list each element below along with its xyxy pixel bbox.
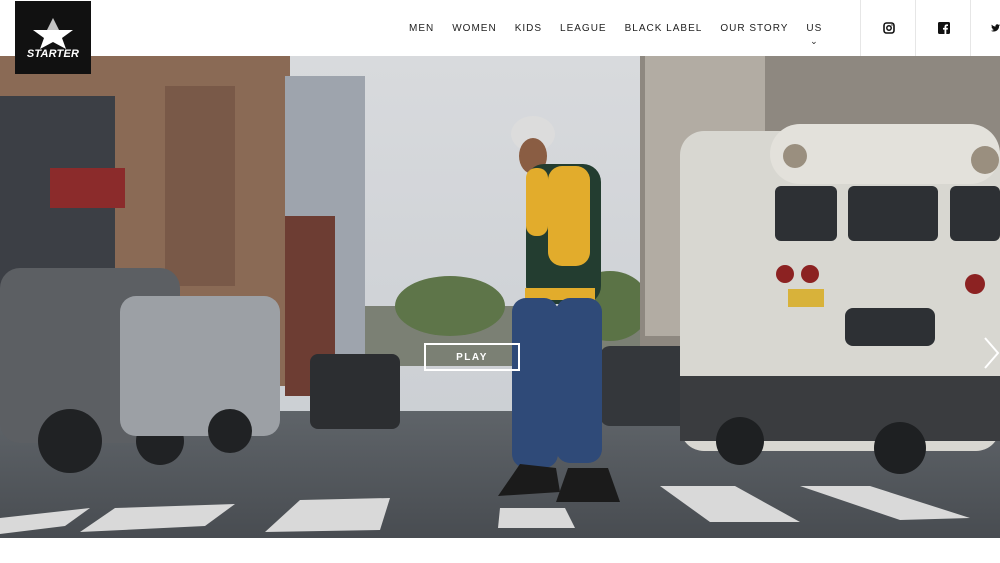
nav-region-label: US bbox=[806, 22, 823, 34]
play-button[interactable]: PLAY bbox=[424, 343, 520, 371]
nav-black-label[interactable]: BLACK LABEL bbox=[625, 23, 703, 34]
star-icon bbox=[33, 17, 73, 49]
instagram-icon bbox=[882, 22, 895, 34]
nav-kids[interactable]: KIDS bbox=[515, 23, 542, 34]
main-nav: MEN WOMEN KIDS LEAGUE BLACK LABEL OUR ST… bbox=[400, 0, 831, 56]
instagram-link[interactable] bbox=[860, 0, 916, 56]
hero-video[interactable]: PLAY bbox=[0, 56, 1000, 538]
twitter-icon bbox=[991, 24, 1000, 32]
nav-men[interactable]: MEN bbox=[409, 23, 434, 34]
site-header: STARTER MEN WOMEN KIDS LEAGUE BLACK LABE… bbox=[0, 0, 1000, 74]
nav-women[interactable]: WOMEN bbox=[452, 23, 496, 34]
next-slide-button[interactable] bbox=[982, 336, 1000, 370]
twitter-link[interactable] bbox=[970, 0, 1000, 56]
nav-our-story[interactable]: OUR STORY bbox=[720, 23, 788, 34]
nav-region[interactable]: US ⌄ bbox=[806, 22, 823, 46]
chevron-right-icon bbox=[984, 337, 1000, 369]
hero-scene bbox=[0, 56, 1000, 538]
chevron-down-icon: ⌄ bbox=[810, 35, 819, 46]
starter-logo[interactable]: STARTER bbox=[15, 1, 91, 74]
logo-text: STARTER bbox=[26, 47, 80, 60]
nav-league[interactable]: LEAGUE bbox=[560, 23, 607, 34]
facebook-link[interactable] bbox=[915, 0, 971, 56]
facebook-icon bbox=[937, 22, 950, 34]
